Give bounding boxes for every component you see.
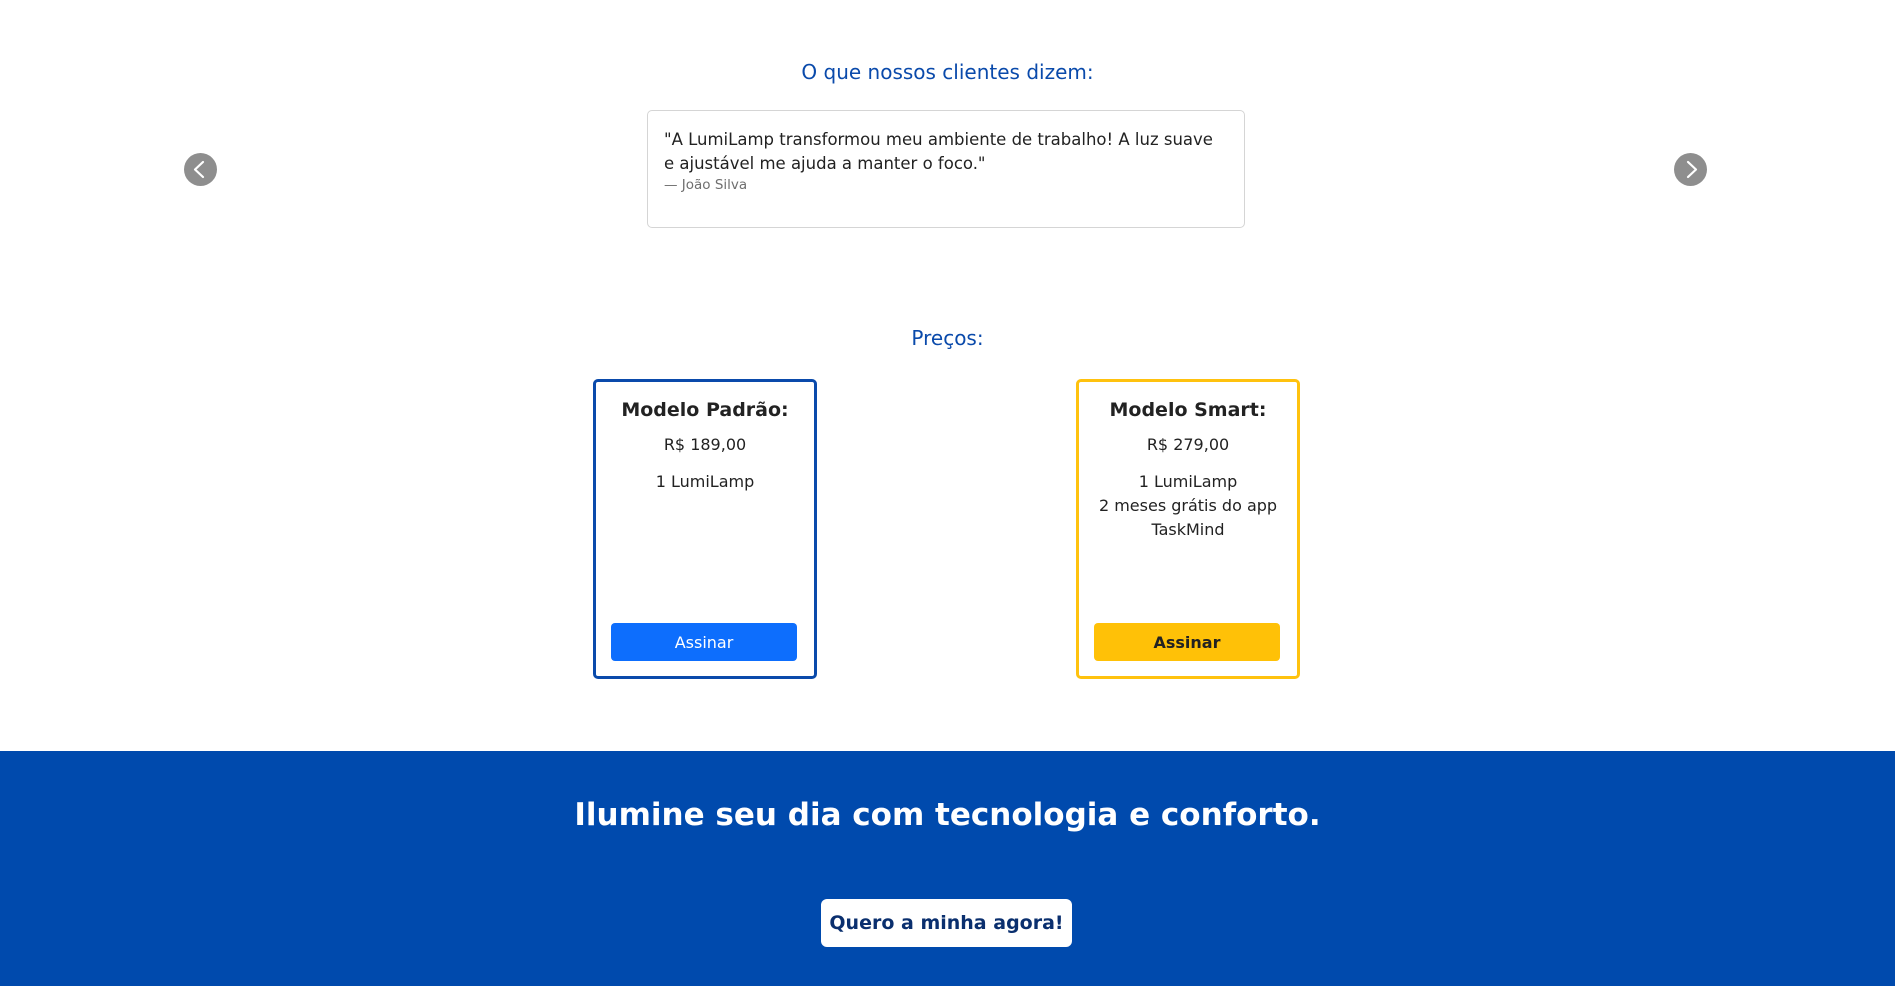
plan-name: Modelo Smart: — [1109, 399, 1267, 421]
carousel-next-button[interactable] — [1674, 153, 1707, 186]
buy-now-button[interactable]: Quero a minha agora! — [821, 899, 1072, 947]
pricing-title: Preços: — [911, 326, 984, 350]
plan-card-smart: Modelo Smart: R$ 279,00 1 LumiLamp 2 mes… — [1076, 379, 1300, 679]
plan-price: R$ 279,00 — [1146, 435, 1230, 454]
plan-feature: 1 LumiLamp — [1138, 472, 1238, 491]
testimonials-title: O que nossos clientes dizem: — [801, 60, 1094, 84]
chevron-left-icon — [193, 160, 205, 179]
plan-card-standard: Modelo Padrão: R$ 189,00 1 LumiLamp Assi… — [593, 379, 817, 679]
plan-price: R$ 189,00 — [663, 435, 747, 454]
cta-headline: Ilumine seu dia com tecnologia e confort… — [574, 797, 1321, 833]
plan-feature: 1 LumiLamp — [655, 472, 755, 491]
cta-section: Ilumine seu dia com tecnologia e confort… — [0, 751, 1895, 986]
plan-feature: 2 meses grátis do app TaskMind — [1098, 496, 1278, 539]
testimonial-author: — João Silva — [664, 177, 748, 193]
page: O que nossos clientes dizem: "A LumiLamp… — [0, 0, 1895, 986]
plan-features: 1 LumiLamp — [596, 470, 814, 494]
chevron-right-icon — [1686, 160, 1698, 179]
testimonial-quote: "A LumiLamp transformou meu ambiente de … — [664, 130, 1213, 173]
subscribe-standard-button[interactable]: Assinar — [611, 623, 797, 661]
subscribe-smart-button[interactable]: Assinar — [1094, 623, 1280, 661]
plan-features: 1 LumiLamp 2 meses grátis do app TaskMin… — [1079, 470, 1297, 542]
plan-name: Modelo Padrão: — [621, 399, 789, 421]
carousel-prev-button[interactable] — [184, 153, 217, 186]
testimonial-card: "A LumiLamp transformou meu ambiente de … — [647, 110, 1245, 228]
